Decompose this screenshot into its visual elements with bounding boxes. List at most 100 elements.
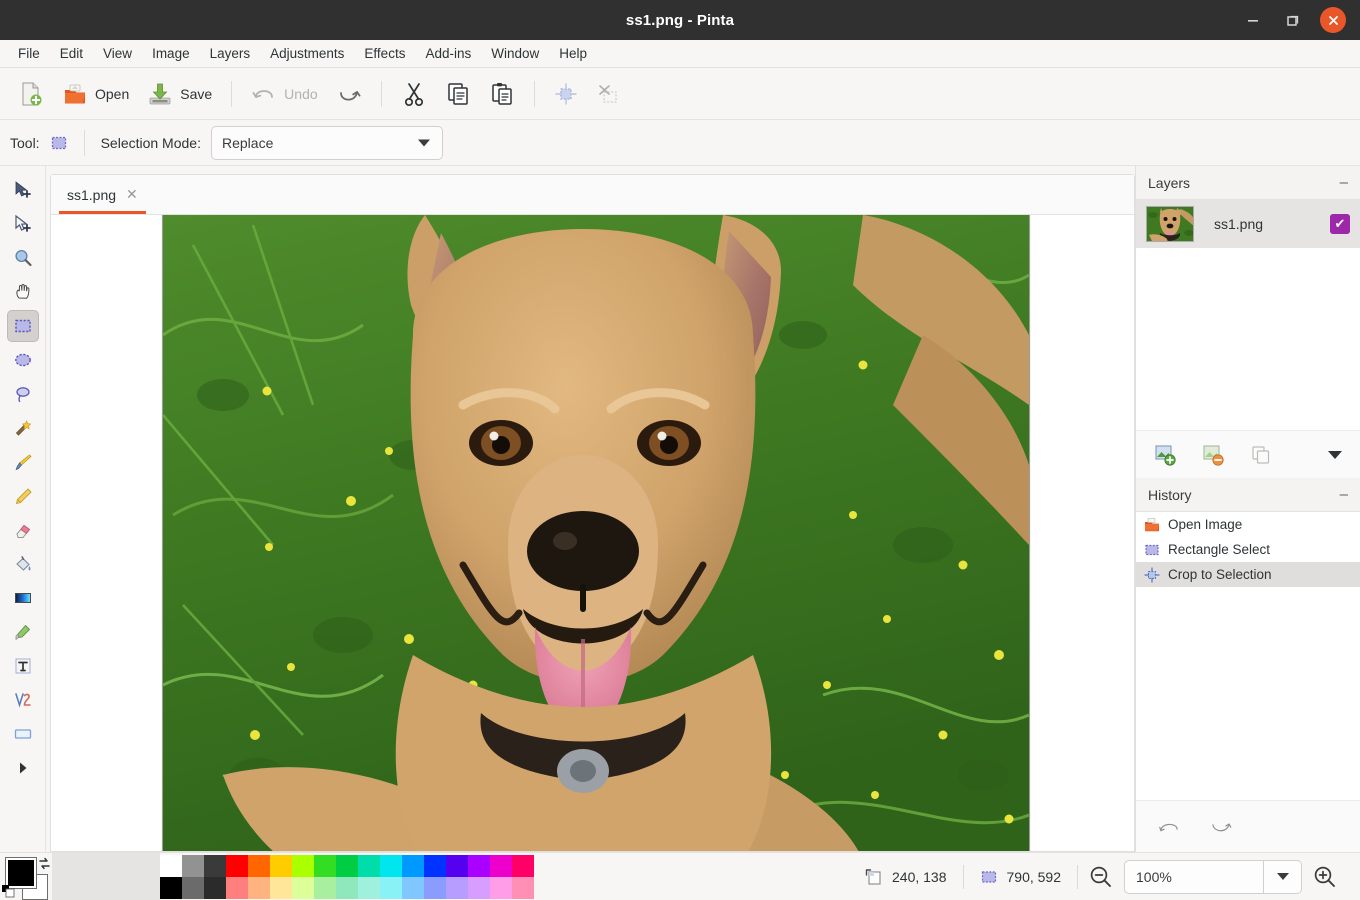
crop-to-selection-button[interactable] (546, 77, 586, 111)
tool-eraser[interactable] (7, 514, 39, 546)
tool-color-picker[interactable] (7, 616, 39, 648)
add-layer-button[interactable] (1154, 444, 1176, 466)
palette-swatch[interactable] (336, 877, 358, 899)
tool-gradient[interactable] (7, 582, 39, 614)
history-minimize-button[interactable]: – (1340, 487, 1348, 502)
canvas-viewport[interactable] (51, 215, 1134, 851)
image-canvas[interactable] (162, 215, 1030, 851)
layers-minimize-button[interactable]: – (1340, 175, 1348, 190)
zoom-level-input[interactable]: 100% (1124, 860, 1264, 894)
palette-swatch[interactable] (226, 855, 248, 877)
menu-layers[interactable]: Layers (200, 43, 261, 64)
swap-colors-icon[interactable] (38, 857, 51, 873)
deselect-button[interactable] (588, 77, 628, 111)
new-file-button[interactable] (10, 76, 52, 112)
palette-swatch[interactable] (380, 855, 402, 877)
tool-pencil[interactable] (7, 480, 39, 512)
menu-add-ins[interactable]: Add-ins (415, 43, 481, 64)
palette-swatch[interactable] (292, 877, 314, 899)
zoom-in-button[interactable] (1308, 860, 1342, 894)
layer-row[interactable]: ss1.png ✔ (1136, 200, 1360, 248)
palette-swatch[interactable] (248, 877, 270, 899)
palette-swatch[interactable] (358, 855, 380, 877)
paste-button[interactable] (481, 76, 523, 112)
redo-button[interactable] (328, 76, 370, 112)
tool-zoom[interactable] (7, 242, 39, 274)
copy-button[interactable] (437, 76, 479, 112)
duplicate-layer-button[interactable] (1250, 444, 1272, 466)
zoom-level-dropdown[interactable] (1264, 860, 1302, 894)
tool-paintbrush[interactable] (7, 446, 39, 478)
tool-rectangle-shape[interactable] (7, 718, 39, 750)
palette-swatch[interactable] (292, 855, 314, 877)
palette-swatch[interactable] (446, 877, 468, 899)
tool-more-tools[interactable] (7, 752, 39, 784)
minimize-button[interactable] (1240, 7, 1266, 33)
palette-swatch[interactable] (226, 877, 248, 899)
layer-menu-arrow-icon[interactable] (1328, 451, 1342, 459)
history-item-rectangle-select[interactable]: Rectangle Select (1136, 537, 1360, 562)
palette-swatch[interactable] (160, 855, 182, 877)
menu-adjustments[interactable]: Adjustments (260, 43, 354, 64)
palette-swatch[interactable] (424, 855, 446, 877)
undo-button[interactable]: Undo (243, 76, 325, 112)
history-item-open-image[interactable]: Open Image (1136, 512, 1360, 537)
palette-swatch[interactable] (160, 877, 182, 899)
tool-text[interactable] (7, 650, 39, 682)
maximize-button[interactable] (1280, 7, 1306, 33)
tool-magic-wand[interactable] (7, 412, 39, 444)
zoom-out-button[interactable] (1084, 860, 1118, 894)
tab-close-icon[interactable]: ✕ (126, 186, 138, 203)
menu-effects[interactable]: Effects (354, 43, 415, 64)
menu-image[interactable]: Image (142, 43, 200, 64)
palette-swatch[interactable] (424, 877, 446, 899)
menu-file[interactable]: File (8, 43, 50, 64)
menu-window[interactable]: Window (481, 43, 549, 64)
palette-swatch[interactable] (402, 877, 424, 899)
palette-swatch[interactable] (182, 855, 204, 877)
palette-swatch[interactable] (314, 877, 336, 899)
palette-swatch[interactable] (468, 855, 490, 877)
save-button[interactable]: Save (139, 76, 220, 112)
palette-swatch[interactable] (204, 855, 226, 877)
close-button[interactable] (1320, 7, 1346, 33)
palette-swatch[interactable] (358, 877, 380, 899)
palette-swatch[interactable] (336, 855, 358, 877)
palette-swatch[interactable] (380, 877, 402, 899)
tool-rectangle-select[interactable] (7, 310, 39, 342)
palette-swatch[interactable] (314, 855, 336, 877)
palette-swatch[interactable] (182, 877, 204, 899)
palette-swatch[interactable] (446, 855, 468, 877)
open-button[interactable]: Open (54, 76, 137, 112)
history-redo-button[interactable] (1210, 816, 1232, 838)
tool-pan[interactable] (7, 276, 39, 308)
palette-swatch[interactable] (512, 877, 534, 899)
palette-recent-area[interactable] (52, 853, 160, 900)
tab-ss1-png[interactable]: ss1.png ✕ (51, 175, 154, 214)
primary-color-swatch[interactable] (6, 858, 36, 888)
menu-view[interactable]: View (93, 43, 142, 64)
palette-swatch[interactable] (204, 877, 226, 899)
palette-swatch[interactable] (468, 877, 490, 899)
palette-swatch[interactable] (270, 877, 292, 899)
color-swatches[interactable] (0, 853, 52, 900)
tool-move-selected[interactable] (7, 174, 39, 206)
history-undo-button[interactable] (1158, 816, 1180, 838)
tool-ellipse-select[interactable] (7, 344, 39, 376)
tool-move-selection[interactable] (7, 208, 39, 240)
selection-mode-dropdown[interactable]: Replace (211, 126, 443, 160)
cut-button[interactable] (393, 76, 435, 112)
layer-visibility-checkbox[interactable]: ✔ (1330, 214, 1350, 234)
history-item-crop-to-selection[interactable]: Crop to Selection (1136, 562, 1360, 587)
reset-colors-icon[interactable] (2, 885, 15, 898)
tool-paint-bucket[interactable] (7, 548, 39, 580)
palette-swatch[interactable] (490, 855, 512, 877)
palette-swatch[interactable] (402, 855, 424, 877)
palette-swatch[interactable] (248, 855, 270, 877)
menu-edit[interactable]: Edit (50, 43, 93, 64)
palette-swatch[interactable] (490, 877, 512, 899)
tool-lasso-select[interactable] (7, 378, 39, 410)
palette-swatch[interactable] (270, 855, 292, 877)
palette-swatch[interactable] (512, 855, 534, 877)
delete-layer-button[interactable] (1202, 444, 1224, 466)
